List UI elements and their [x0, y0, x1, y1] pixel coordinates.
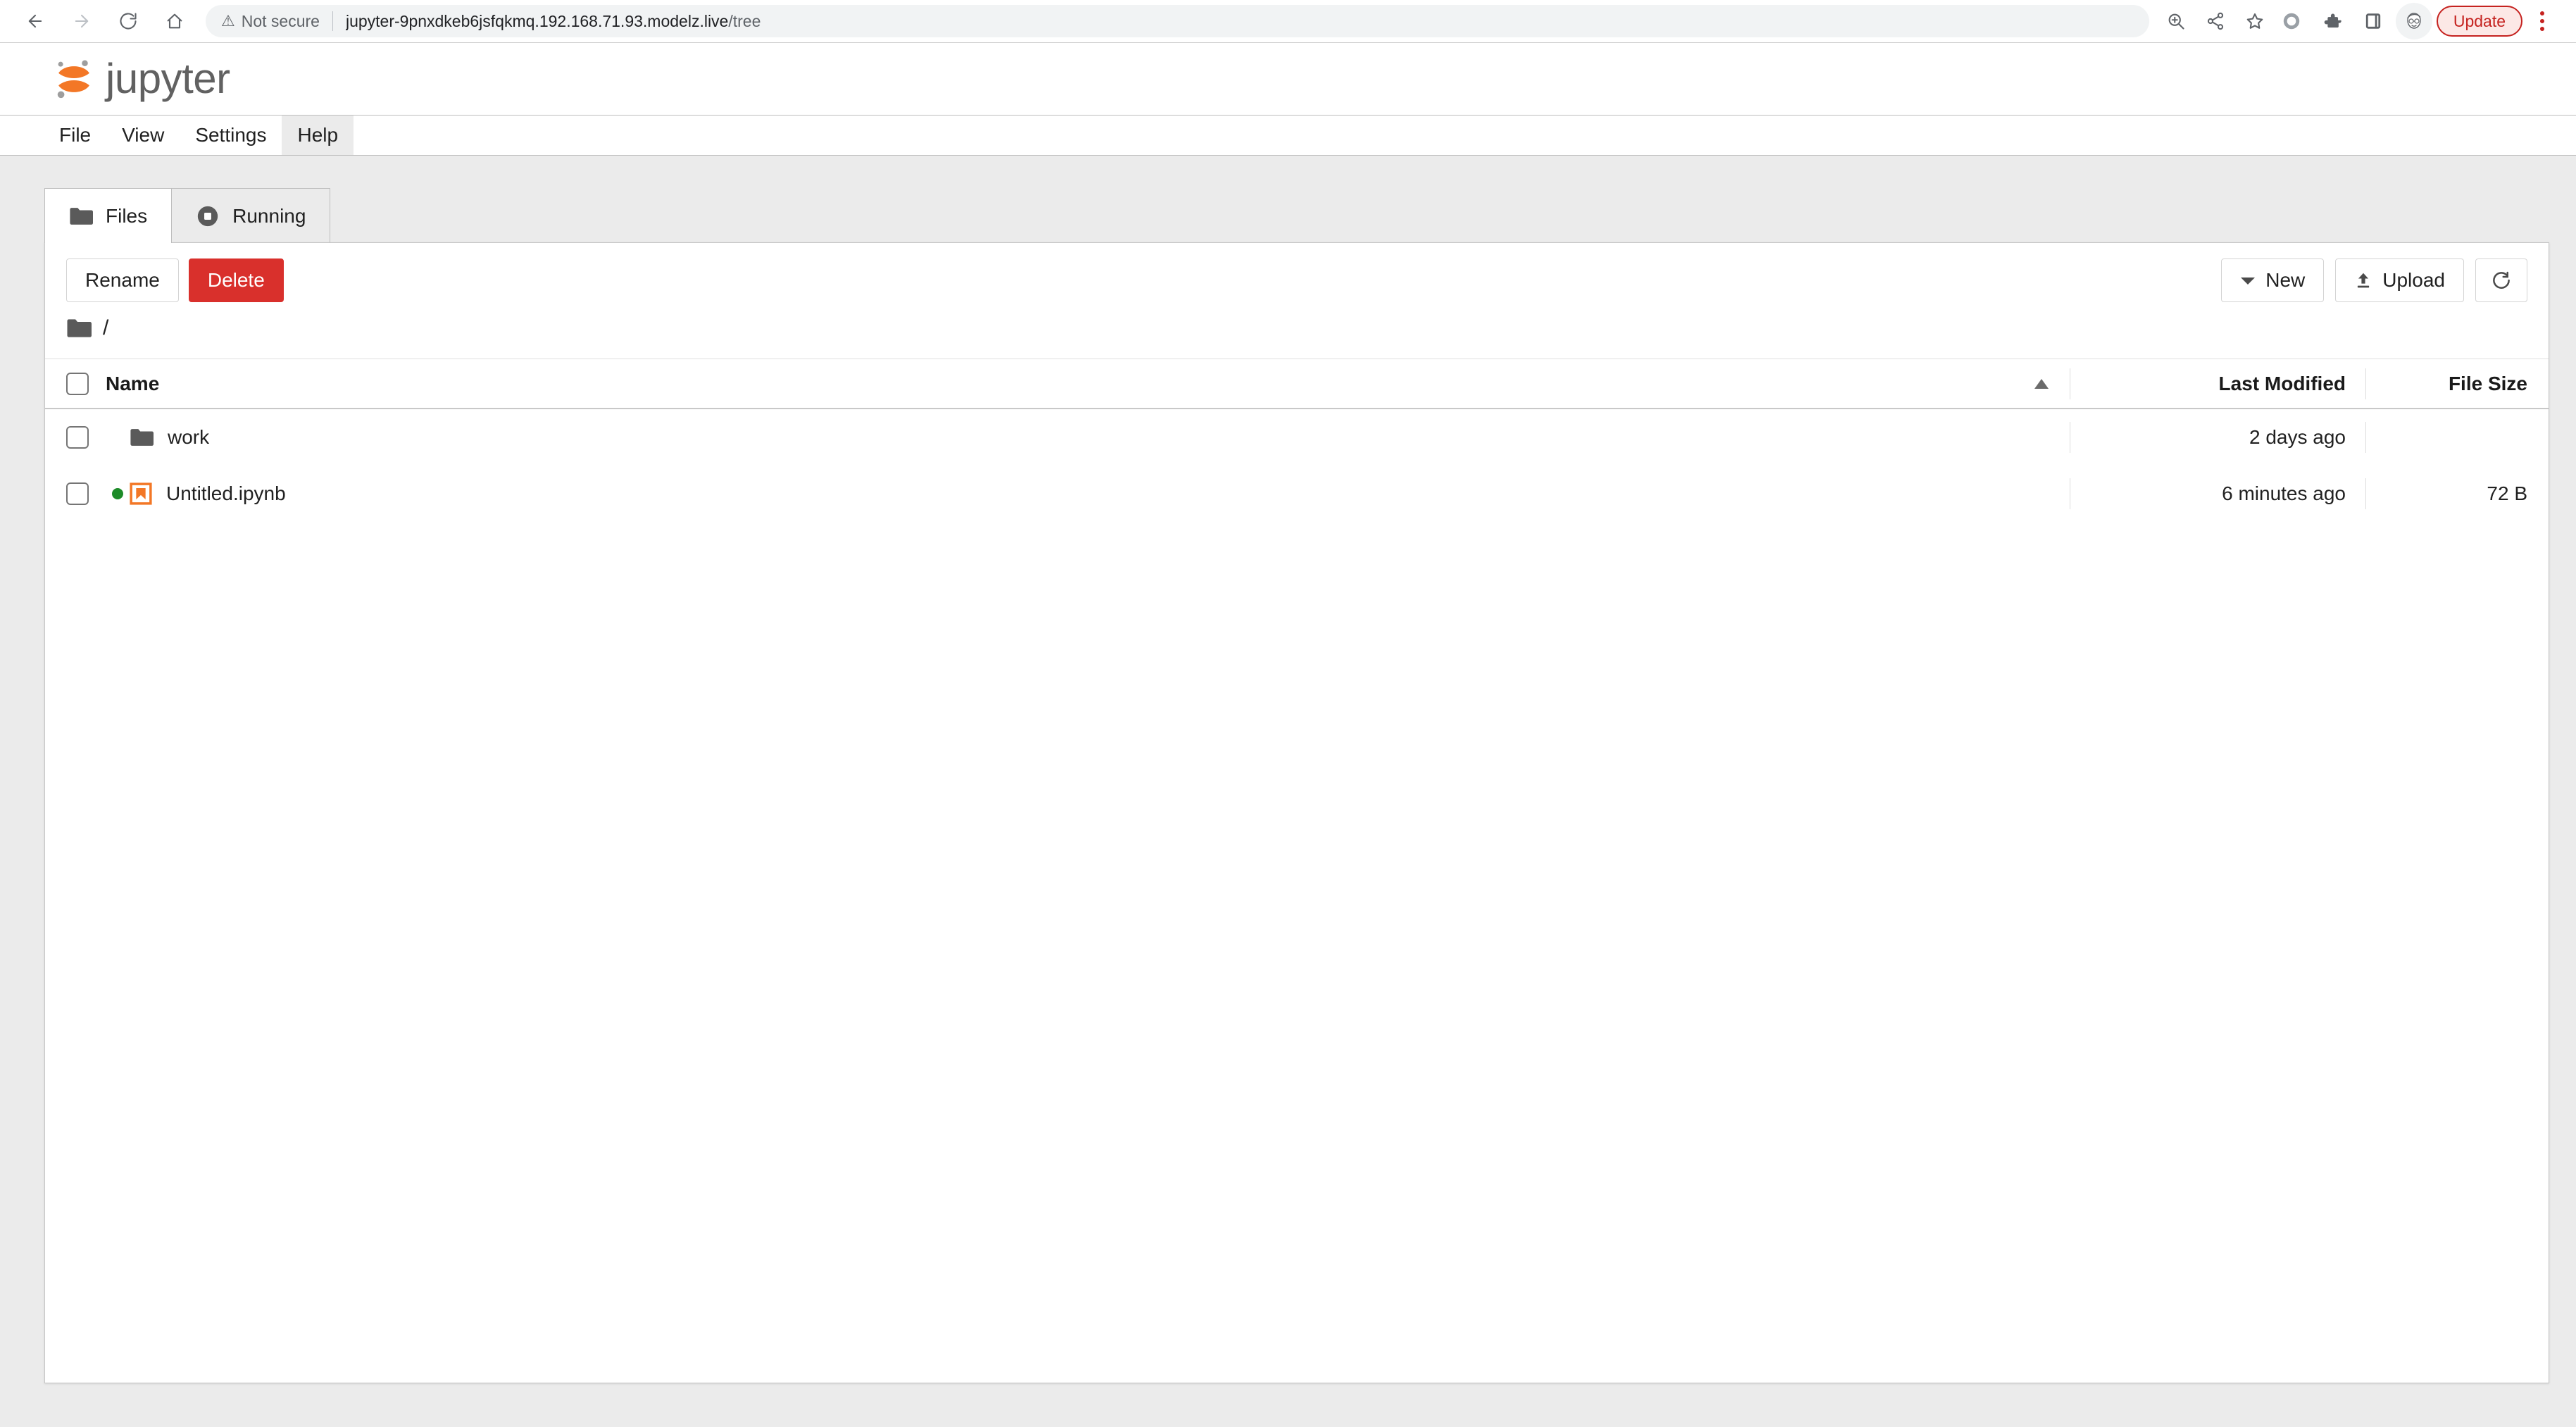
url-host: jupyter-9pnxdkeb6jsfqkmq.192.168.71.93.m…: [345, 11, 729, 30]
folder-icon: [130, 429, 154, 446]
row-name-cell[interactable]: Untitled.ipynb: [130, 482, 2013, 505]
omnibox-divider: [332, 11, 333, 31]
jupyter-logo-text: jupyter: [106, 55, 230, 102]
file-toolbar: Rename Delete New Upload: [45, 243, 2549, 312]
breadcrumb[interactable]: /: [45, 312, 2549, 359]
breadcrumb-root[interactable]: /: [103, 316, 108, 340]
chevron-down-icon: [2240, 275, 2256, 285]
select-all-checkbox-cell: [66, 372, 106, 395]
column-header-file-size-label: File Size: [2448, 372, 2527, 394]
notebook-icon: [130, 482, 152, 505]
kernel-running-dot-icon: [112, 488, 123, 499]
row-name-label: Untitled.ipynb: [166, 482, 286, 504]
jupyter-logo[interactable]: jupyter: [52, 57, 230, 101]
refresh-icon: [2493, 271, 2510, 289]
not-secure-icon: ⚠: [221, 12, 235, 30]
column-header-last-modified[interactable]: Last Modified: [2070, 368, 2365, 399]
column-header-name[interactable]: Name: [106, 373, 2013, 395]
chrome-menu-button[interactable]: [2527, 3, 2558, 39]
jupyter-logo-icon: [57, 60, 89, 99]
tab-files[interactable]: Files: [44, 188, 173, 243]
file-browser-panel: Rename Delete New Upload / Name Last Mod…: [44, 242, 2549, 1383]
side-panel-icon[interactable]: [2355, 3, 2391, 39]
row-checkbox[interactable]: [66, 426, 89, 449]
star-icon[interactable]: [2237, 3, 2273, 39]
address-bar[interactable]: ⚠ Not secure jupyter-9pnxdkeb6jsfqkmq.19…: [206, 5, 2149, 37]
menu-item-settings[interactable]: Settings: [180, 116, 282, 155]
update-button[interactable]: Update: [2436, 6, 2522, 37]
circle-icon[interactable]: [2273, 3, 2310, 39]
upload-button-label: Upload: [2382, 269, 2445, 291]
row-checkbox[interactable]: [66, 482, 89, 505]
share-icon[interactable]: [2197, 3, 2234, 39]
new-button[interactable]: New: [2221, 258, 2325, 302]
folder-icon: [70, 207, 93, 225]
column-header-last-modified-label: Last Modified: [2218, 372, 2346, 394]
upload-button[interactable]: Upload: [2335, 258, 2464, 302]
row-last-modified: 2 days ago: [2070, 422, 2365, 453]
url-text: jupyter-9pnxdkeb6jsfqkmq.192.168.71.93.m…: [346, 12, 761, 31]
sort-ascending-icon: [2034, 378, 2049, 389]
column-header-file-size[interactable]: File Size: [2365, 368, 2549, 399]
tab-bar: Files Running: [0, 188, 2576, 243]
sort-indicator[interactable]: [2013, 378, 2070, 390]
stop-circle-icon: [197, 206, 218, 226]
row-name-cell[interactable]: work: [130, 426, 2013, 449]
avatar[interactable]: [2395, 3, 2432, 39]
upload-icon: [2354, 270, 2372, 290]
row-file-size-label: 72 B: [2487, 482, 2527, 504]
column-header-name-label: Name: [106, 372, 160, 394]
rename-button[interactable]: Rename: [66, 258, 179, 302]
tab-running[interactable]: Running: [172, 188, 331, 243]
menu-item-view[interactable]: View: [106, 116, 180, 155]
file-actions-right: New Upload: [2221, 258, 2527, 302]
new-button-label: New: [2265, 269, 2306, 291]
select-all-checkbox[interactable]: [66, 372, 89, 395]
jupyter-header: jupyter: [0, 42, 2576, 115]
file-table-header: Name Last Modified File Size: [45, 359, 2549, 409]
row-kernel-status: [106, 488, 130, 499]
zoom-in-icon[interactable]: [2158, 3, 2194, 39]
url-path: /tree: [728, 11, 761, 30]
row-file-size: 72 B: [2365, 478, 2549, 509]
folder-icon: [67, 319, 92, 337]
delete-button[interactable]: Delete: [188, 258, 284, 302]
security-label: Not secure: [241, 11, 320, 30]
row-file-size: [2365, 422, 2549, 453]
table-row[interactable]: work 2 days ago: [45, 409, 2549, 466]
kebab-dot: [2540, 19, 2544, 23]
browser-right-actions: Update: [2273, 3, 2561, 39]
tab-running-label: Running: [232, 204, 306, 227]
home-button[interactable]: [155, 1, 194, 41]
kebab-dot: [2540, 27, 2544, 31]
forward-button[interactable]: [62, 1, 101, 41]
file-actions-left: Rename Delete: [66, 258, 284, 302]
menu-bar: File View Settings Help: [0, 115, 2576, 156]
back-button[interactable]: [15, 1, 55, 41]
omnibox-actions: [2158, 3, 2273, 39]
browser-toolbar: ⚠ Not secure jupyter-9pnxdkeb6jsfqkmq.19…: [0, 0, 2576, 42]
menu-item-help[interactable]: Help: [282, 116, 354, 155]
security-indicator[interactable]: ⚠ Not secure: [221, 12, 320, 31]
page-body: Files Running Rename Delete New Upload /…: [0, 156, 2576, 1427]
kebab-dot: [2540, 11, 2544, 15]
reload-button[interactable]: [108, 1, 148, 41]
row-last-modified-label: 6 minutes ago: [2222, 482, 2346, 504]
row-checkbox-cell: [66, 426, 106, 449]
row-last-modified: 6 minutes ago: [2070, 478, 2365, 509]
refresh-button[interactable]: [2475, 258, 2527, 302]
row-checkbox-cell: [66, 482, 106, 505]
table-row[interactable]: Untitled.ipynb 6 minutes ago 72 B: [45, 466, 2549, 522]
menu-item-file[interactable]: File: [44, 116, 106, 155]
row-last-modified-label: 2 days ago: [2249, 426, 2346, 448]
tab-files-label: Files: [106, 204, 148, 227]
row-name-label: work: [168, 426, 210, 448]
puzzle-icon[interactable]: [2314, 3, 2351, 39]
browser-nav-buttons: [15, 1, 194, 41]
